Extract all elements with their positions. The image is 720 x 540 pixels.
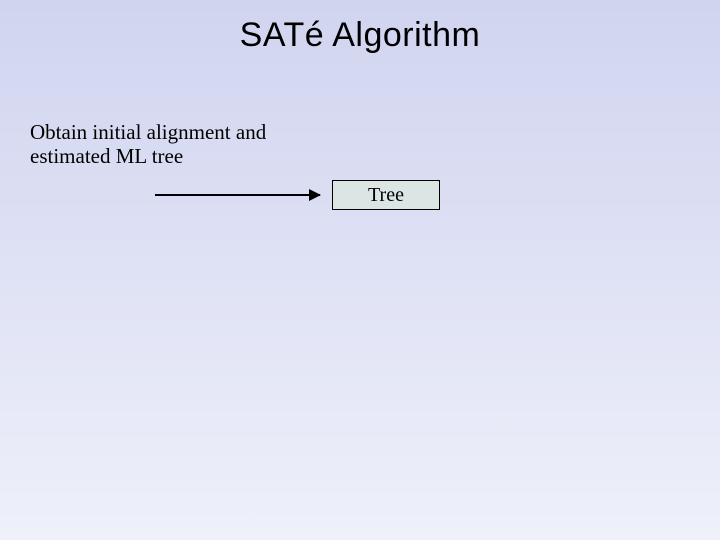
slide-title: SATé Algorithm [0, 16, 720, 55]
tree-box-label: Tree [368, 184, 404, 207]
tree-box: Tree [332, 180, 440, 210]
step-description: Obtain initial alignment and estimated M… [30, 120, 290, 168]
arrow-to-tree [155, 194, 320, 196]
